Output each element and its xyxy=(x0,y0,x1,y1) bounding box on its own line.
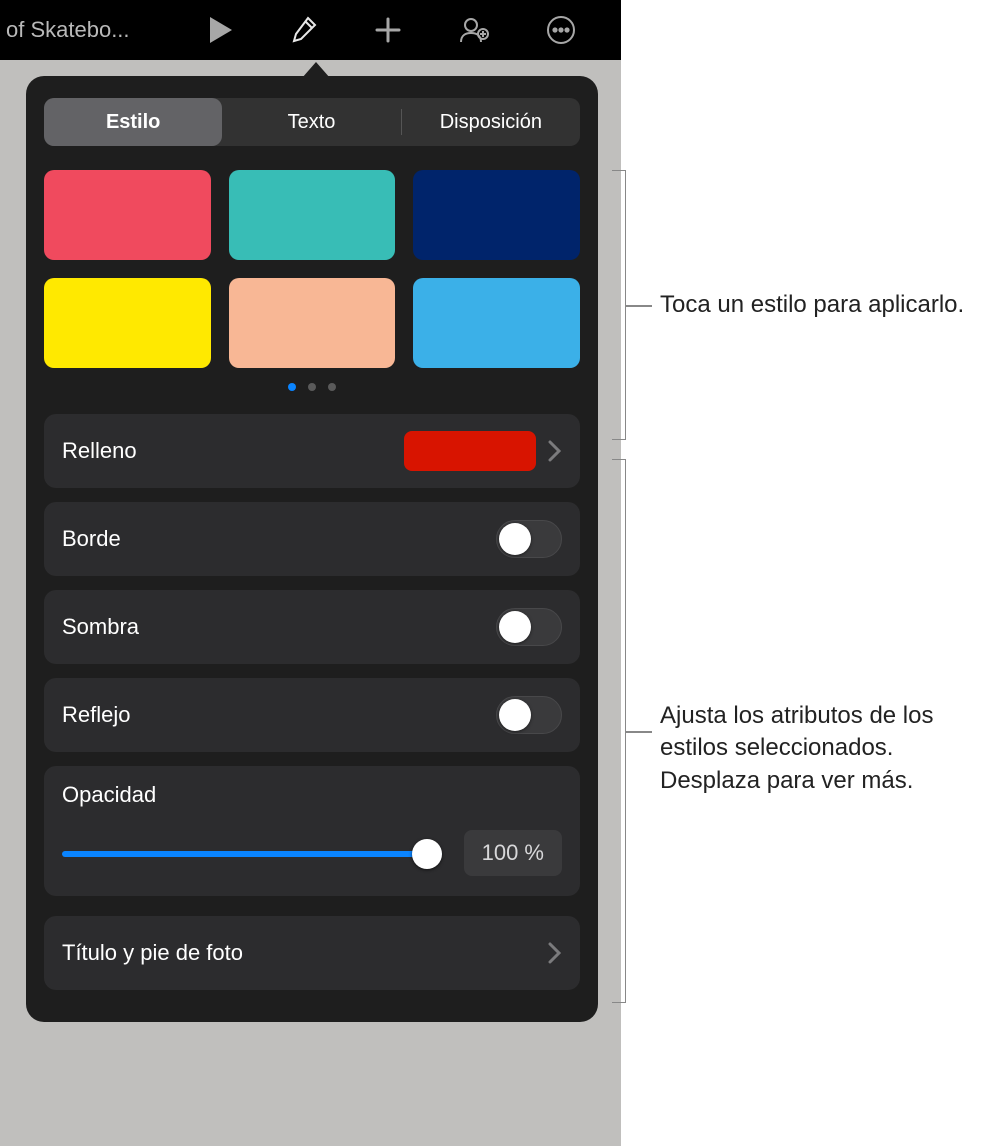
border-row[interactable]: Borde xyxy=(44,502,580,576)
document-title: of Skatebo... xyxy=(6,17,176,43)
more-icon[interactable] xyxy=(546,15,576,45)
style-swatches-grid xyxy=(44,170,580,368)
format-tabs: Estilo Texto Disposición xyxy=(44,98,580,146)
opacity-value[interactable]: 100 % xyxy=(464,830,562,876)
style-swatch-3[interactable] xyxy=(413,170,580,260)
toolbar-icons xyxy=(210,15,576,45)
page-dot xyxy=(328,383,336,391)
tab-text[interactable]: Texto xyxy=(222,98,400,146)
collaborate-icon[interactable] xyxy=(458,15,490,45)
chevron-right-icon xyxy=(548,440,562,462)
format-popover: Estilo Texto Disposición Relleno Borde S… xyxy=(26,76,598,1022)
border-toggle[interactable] xyxy=(496,520,562,558)
shadow-row[interactable]: Sombra xyxy=(44,590,580,664)
fill-row[interactable]: Relleno xyxy=(44,414,580,488)
tab-style[interactable]: Estilo xyxy=(44,98,222,146)
style-swatch-1[interactable] xyxy=(44,170,211,260)
border-label: Borde xyxy=(62,526,496,552)
plus-icon[interactable] xyxy=(374,16,402,44)
fill-label: Relleno xyxy=(62,438,404,464)
shadow-toggle[interactable] xyxy=(496,608,562,646)
style-swatch-2[interactable] xyxy=(229,170,396,260)
reflection-toggle[interactable] xyxy=(496,696,562,734)
style-swatch-4[interactable] xyxy=(44,278,211,368)
opacity-slider[interactable] xyxy=(62,839,442,867)
fill-color-swatch xyxy=(404,431,536,471)
callout-tick xyxy=(626,731,652,733)
callout-bracket-styles xyxy=(612,170,626,440)
style-swatch-6[interactable] xyxy=(413,278,580,368)
page-dot xyxy=(308,383,316,391)
callout-text-styles: Toca un estilo para aplicarlo. xyxy=(660,289,964,321)
title-caption-label: Título y pie de foto xyxy=(62,940,536,966)
style-swatch-5[interactable] xyxy=(229,278,396,368)
play-icon[interactable] xyxy=(210,17,232,43)
app-toolbar: of Skatebo... xyxy=(0,0,621,60)
tab-layout[interactable]: Disposición xyxy=(402,98,580,146)
opacity-label: Opacidad xyxy=(62,782,562,808)
paintbrush-icon[interactable] xyxy=(288,15,318,45)
reflection-row[interactable]: Reflejo xyxy=(44,678,580,752)
callout-tick xyxy=(626,305,652,307)
reflection-label: Reflejo xyxy=(62,702,496,728)
title-caption-row[interactable]: Título y pie de foto xyxy=(44,916,580,990)
callout-bracket-attrs xyxy=(612,459,626,1003)
style-page-indicator xyxy=(44,378,580,396)
page-dot xyxy=(288,383,296,391)
callout-text-attrs: Ajusta los atributos de los estilos sele… xyxy=(660,700,998,797)
shadow-label: Sombra xyxy=(62,614,496,640)
opacity-row: Opacidad 100 % xyxy=(44,766,580,896)
chevron-right-icon xyxy=(548,942,562,964)
